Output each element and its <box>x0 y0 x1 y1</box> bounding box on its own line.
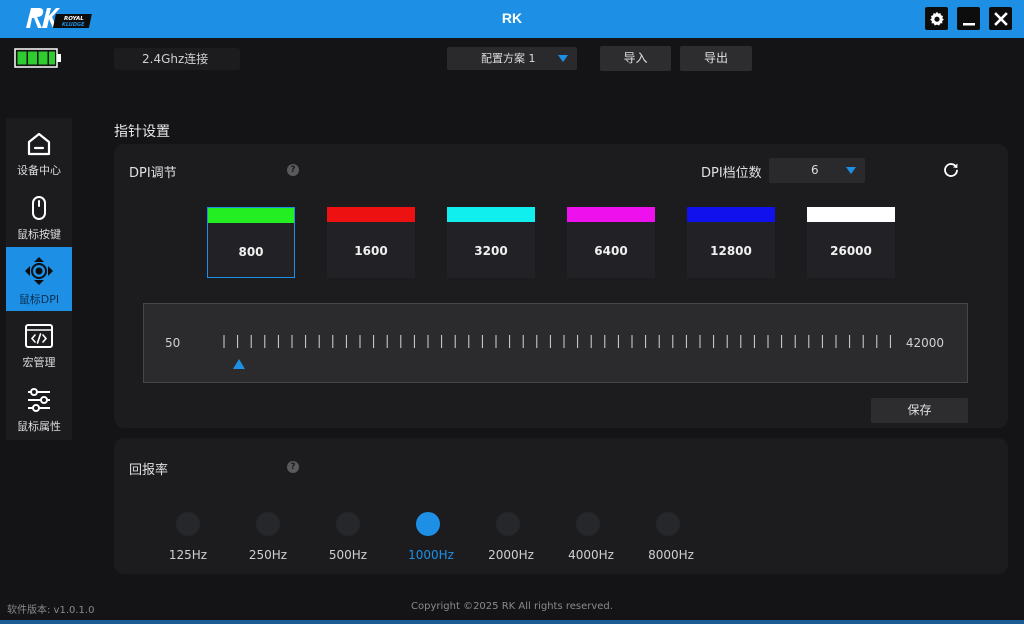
dpi-color-swatch[interactable] <box>687 207 775 222</box>
mouse-icon <box>32 196 46 220</box>
sidebar-item-mouse-buttons[interactable]: 鼠标按键 <box>12 186 66 246</box>
rate-label: 4000Hz <box>568 548 614 562</box>
slider-max-label: 42000 <box>905 336 944 350</box>
dpi-stage-value: 6400 <box>594 244 628 258</box>
reset-icon[interactable] <box>942 161 960 179</box>
sidebar-item-device-center[interactable]: 设备中心 <box>12 122 66 182</box>
dpi-color-swatch[interactable] <box>567 207 655 222</box>
rate-label: 250Hz <box>248 548 288 562</box>
dpi-stage-value: 1600 <box>354 244 388 258</box>
slider-ticks <box>223 335 891 348</box>
dpi-stage-value: 26000 <box>830 244 872 258</box>
dpi-stage-value: 12800 <box>710 244 752 258</box>
battery-icon <box>14 48 61 68</box>
dpi-color-swatch[interactable] <box>807 207 895 222</box>
rate-option-2000[interactable] <box>496 512 520 536</box>
sidebar-item-label: 鼠标DPI <box>18 293 60 306</box>
title-bar: ROYAL KLUDGE RK <box>0 0 1024 38</box>
dpi-stage-2[interactable]: 1600 <box>327 207 415 278</box>
rate-label: 125Hz <box>168 548 208 562</box>
slider-thumb[interactable] <box>233 359 245 369</box>
sidebar-item-macro[interactable]: 宏管理 <box>12 314 66 374</box>
dpi-stage-3[interactable]: 3200 <box>447 207 535 278</box>
settings-button[interactable] <box>925 7 948 30</box>
slider-min-label: 50 <box>165 336 181 350</box>
sidebar: 设备中心 鼠标按键 鼠标DPI 宏管理 鼠标属性 <box>6 118 72 440</box>
dpi-levels-label: DPI档位数 <box>701 166 762 181</box>
dpi-panel <box>114 144 1008 428</box>
macro-icon <box>25 324 53 348</box>
dpi-stage-value: 3200 <box>474 244 508 258</box>
dpi-color-swatch[interactable] <box>208 208 294 223</box>
dpi-stage-1[interactable]: 800 <box>207 207 295 278</box>
close-button[interactable] <box>989 7 1012 30</box>
sidebar-item-label: 鼠标按键 <box>17 228 61 241</box>
dpi-levels-select[interactable]: 6 <box>769 158 865 183</box>
dpi-stage-4[interactable]: 6400 <box>567 207 655 278</box>
help-icon[interactable]: ? <box>287 461 299 473</box>
caret-down-icon <box>846 167 856 174</box>
dpi-stage-value: 800 <box>238 245 264 259</box>
dpi-color-swatch[interactable] <box>447 207 535 222</box>
sidebar-item-mouse-properties[interactable]: 鼠标属性 <box>12 378 66 438</box>
app-title: RK <box>501 10 523 26</box>
polling-rate-label: 回报率 <box>129 463 169 478</box>
connection-status: 2.4Ghz连接 <box>114 48 240 70</box>
rate-label: 8000Hz <box>648 548 694 562</box>
dpi-levels-value: 6 <box>811 163 819 177</box>
dpi-stage-6[interactable]: 26000 <box>807 207 895 278</box>
rate-option-250[interactable] <box>256 512 280 536</box>
dpi-slider[interactable]: 50 42000 <box>143 303 968 383</box>
rate-label: 2000Hz <box>488 548 534 562</box>
minimize-button[interactable] <box>957 7 980 30</box>
rate-option-8000[interactable] <box>656 512 680 536</box>
rate-option-500[interactable] <box>336 512 360 536</box>
import-button[interactable]: 导入 <box>600 46 671 71</box>
save-button[interactable]: 保存 <box>871 398 968 423</box>
dpi-color-swatch[interactable] <box>327 207 415 222</box>
rate-label: 1000Hz <box>408 548 454 562</box>
close-icon <box>993 11 1008 26</box>
profile-select[interactable]: 配置方案 1 <box>447 47 577 70</box>
sidebar-item-label: 宏管理 <box>22 356 56 369</box>
dpi-icon <box>25 257 53 285</box>
rate-option-4000[interactable] <box>576 512 600 536</box>
section-title: 指针设置 <box>114 124 170 140</box>
export-button[interactable]: 导出 <box>680 46 752 71</box>
sidebar-item-mouse-dpi[interactable]: 鼠标DPI <box>6 247 72 311</box>
gear-icon <box>929 11 944 25</box>
help-icon[interactable]: ? <box>287 164 299 176</box>
sidebar-item-label: 鼠标属性 <box>17 420 61 433</box>
bottom-strip <box>0 620 1024 624</box>
rate-label: 500Hz <box>328 548 368 562</box>
dpi-adjust-label: DPI调节 <box>129 166 177 181</box>
sliders-icon <box>28 388 50 412</box>
sidebar-item-label: 设备中心 <box>17 164 61 177</box>
dpi-stage-5[interactable]: 12800 <box>687 207 775 278</box>
rate-option-1000[interactable] <box>416 512 440 536</box>
rate-option-125[interactable] <box>176 512 200 536</box>
home-icon <box>27 132 51 156</box>
copyright: Copyright ©2025 RK All rights reserved. <box>411 601 613 612</box>
profile-select-value: 配置方案 1 <box>481 52 536 65</box>
caret-down-icon <box>558 55 568 62</box>
minimize-icon <box>962 22 975 25</box>
